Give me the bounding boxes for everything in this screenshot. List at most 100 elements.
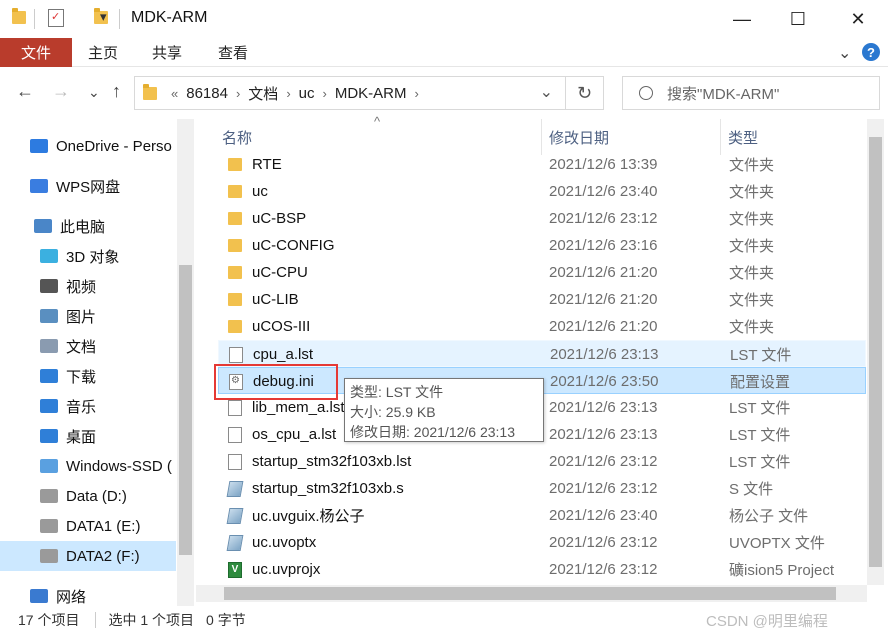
divider [34,9,35,29]
nav-item-wps[interactable]: WPS网盘 [0,171,176,201]
nav-item-videos[interactable]: 视频 [0,271,176,301]
nav-item-3d-objects[interactable]: 3D 对象 [0,241,176,271]
file-date: 2021/12/6 23:12 [549,453,658,470]
breadcrumb-separator[interactable]: › [323,86,327,101]
file-row[interactable]: RTE 2021/12/6 13:39 文件夹 [218,151,866,178]
navigation-pane: OneDrive - Perso WPS网盘 此电脑 3D 对象 视频 图片 文… [0,119,196,606]
file-name-cell: RTE [228,151,282,178]
file-row[interactable]: uC-LIB 2021/12/6 21:20 文件夹 [218,286,866,313]
nav-item-label: 下载 [66,368,97,386]
file-row[interactable]: uC-CPU 2021/12/6 21:20 文件夹 [218,259,866,286]
nav-item-label: Data (D:) [66,487,127,505]
file-type: 文件夹 [729,319,775,336]
nav-item-data-d[interactable]: Data (D:) [0,481,176,511]
search-input[interactable]: 搜索"MDK-ARM" [622,76,880,110]
refresh-button[interactable]: ↻ [566,76,604,110]
file-name: startup_stm32f103xb.s [252,480,404,497]
file-type: 文件夹 [729,238,775,255]
column-name-header[interactable]: 名称 [222,119,252,155]
file-row[interactable]: uCOS-III 2021/12/6 21:20 文件夹 [218,313,866,340]
window-title: MDK-ARM [131,9,208,26]
file-name-cell: Vuc.uvprojx [228,556,320,583]
help-icon[interactable]: ? [862,43,880,61]
close-button[interactable]: ✕ [828,0,888,38]
nav-item-label: 图片 [66,308,97,326]
file-date: 2021/12/6 23:16 [549,237,658,254]
nav-item-onedrive[interactable]: OneDrive - Perso [0,131,176,161]
file-name-cell: uCOS-III [228,313,310,340]
file-type: LST 文件 [729,454,791,471]
minimize-button[interactable]: — [712,0,772,38]
recent-locations-button[interactable]: ⌄ [88,84,100,101]
nav-item-windows-ssd[interactable]: Windows-SSD ( [0,451,176,481]
keil-project-icon: V [228,561,242,578]
breadcrumb-separator[interactable]: › [286,86,290,101]
file-row[interactable]: startup_stm32f103xb.s 2021/12/6 23:12 S 文件 [218,475,866,502]
file-name-cell: uC-LIB [228,286,299,313]
file-type: LST 文件 [729,400,791,417]
breadcrumb-uc[interactable]: uc [299,85,315,102]
scrollbar-thumb[interactable] [869,137,882,567]
file-row[interactable]: uc.uvoptx 2021/12/6 23:12 UVOPTX 文件 [218,529,866,556]
file-name: startup_stm32f103xb.lst [252,453,412,470]
forward-button[interactable]: → [52,81,70,102]
column-type-header[interactable]: 类型 [728,119,758,155]
file-name-cell: startup_stm32f103xb.lst [228,448,411,475]
up-button[interactable]: ↑ [112,81,121,102]
tab-file[interactable]: 文件 [0,38,72,67]
nav-item-label: DATA2 (F:) [66,547,140,565]
address-dropdown-icon[interactable]: ⌄ [540,82,553,102]
scrollbar-thumb[interactable] [224,587,836,600]
3d-objects-icon [40,249,58,263]
download-icon [40,369,58,383]
file-row[interactable]: uc 2021/12/6 23:40 文件夹 [218,178,866,205]
nav-item-downloads[interactable]: 下载 [0,361,176,391]
file-name: cpu_a.lst [253,346,314,363]
column-date-header[interactable]: 修改日期 [549,119,609,155]
path-overflow[interactable]: « [171,86,178,101]
file-row[interactable]: cpu_a.lst 2021/12/6 23:13 LST 文件 [218,340,866,367]
wps-cloud-icon [30,179,48,193]
tab-view[interactable]: 查看 [218,38,248,67]
nav-pane-scrollbar[interactable] [177,119,194,606]
column-divider[interactable] [720,119,721,155]
column-divider[interactable] [541,119,542,155]
ribbon-expand-icon[interactable]: ⌄ [838,38,851,67]
nav-item-data1-e[interactable]: DATA1 (E:) [0,511,176,541]
tab-share[interactable]: 共享 [152,38,182,67]
file-row[interactable]: uC-CONFIG 2021/12/6 23:16 文件夹 [218,232,866,259]
file-row[interactable]: startup_stm32f103xb.lst 2021/12/6 23:12 LS… [218,448,866,475]
file-name: uC-LIB [252,291,299,308]
source-file-icon [226,507,244,524]
file-type: LST 文件 [729,427,791,444]
maximize-button[interactable]: ☐ [768,0,828,38]
address-bar[interactable]: « 86184 › 文档 › uc › MDK-ARM › ⌄ [134,76,566,110]
horizontal-scrollbar[interactable] [196,585,867,602]
network-icon [30,589,48,603]
file-name-cell: uC-CONFIG [228,232,335,259]
breadcrumb-mdk-arm[interactable]: MDK-ARM [335,85,407,102]
breadcrumb-documents[interactable]: 文档 [248,83,278,104]
tab-home[interactable]: 主页 [88,38,118,67]
file-row[interactable]: Vuc.uvprojx 2021/12/6 23:12 礦ision5 Projec… [218,556,866,583]
folder-icon [228,266,242,279]
nav-item-pictures[interactable]: 图片 [0,301,176,331]
nav-item-music[interactable]: 音乐 [0,391,176,421]
breadcrumb-separator[interactable]: › [415,86,419,101]
back-button[interactable]: ← [16,81,34,102]
file-type: 文件夹 [729,184,775,201]
file-row[interactable]: uC-BSP 2021/12/6 23:12 文件夹 [218,205,866,232]
breadcrumb-86184[interactable]: 86184 [186,85,228,102]
document-icon [228,426,242,443]
breadcrumb-separator[interactable]: › [236,86,240,101]
properties-icon[interactable]: ✓ [48,9,64,27]
nav-item-this-pc[interactable]: 此电脑 [0,211,176,241]
file-row[interactable]: uc.uvguix.杨公子 2021/12/6 23:40 杨公子 文件 [218,502,866,529]
scrollbar-thumb[interactable] [179,265,192,555]
music-icon [40,399,58,413]
file-list-scrollbar[interactable] [867,119,884,585]
nav-item-desktop[interactable]: 桌面 [0,421,176,451]
nav-item-data2-f[interactable]: DATA2 (F:) [0,541,176,571]
quick-access-dropdown[interactable]: ▾ [100,9,107,25]
nav-item-documents[interactable]: 文档 [0,331,176,361]
